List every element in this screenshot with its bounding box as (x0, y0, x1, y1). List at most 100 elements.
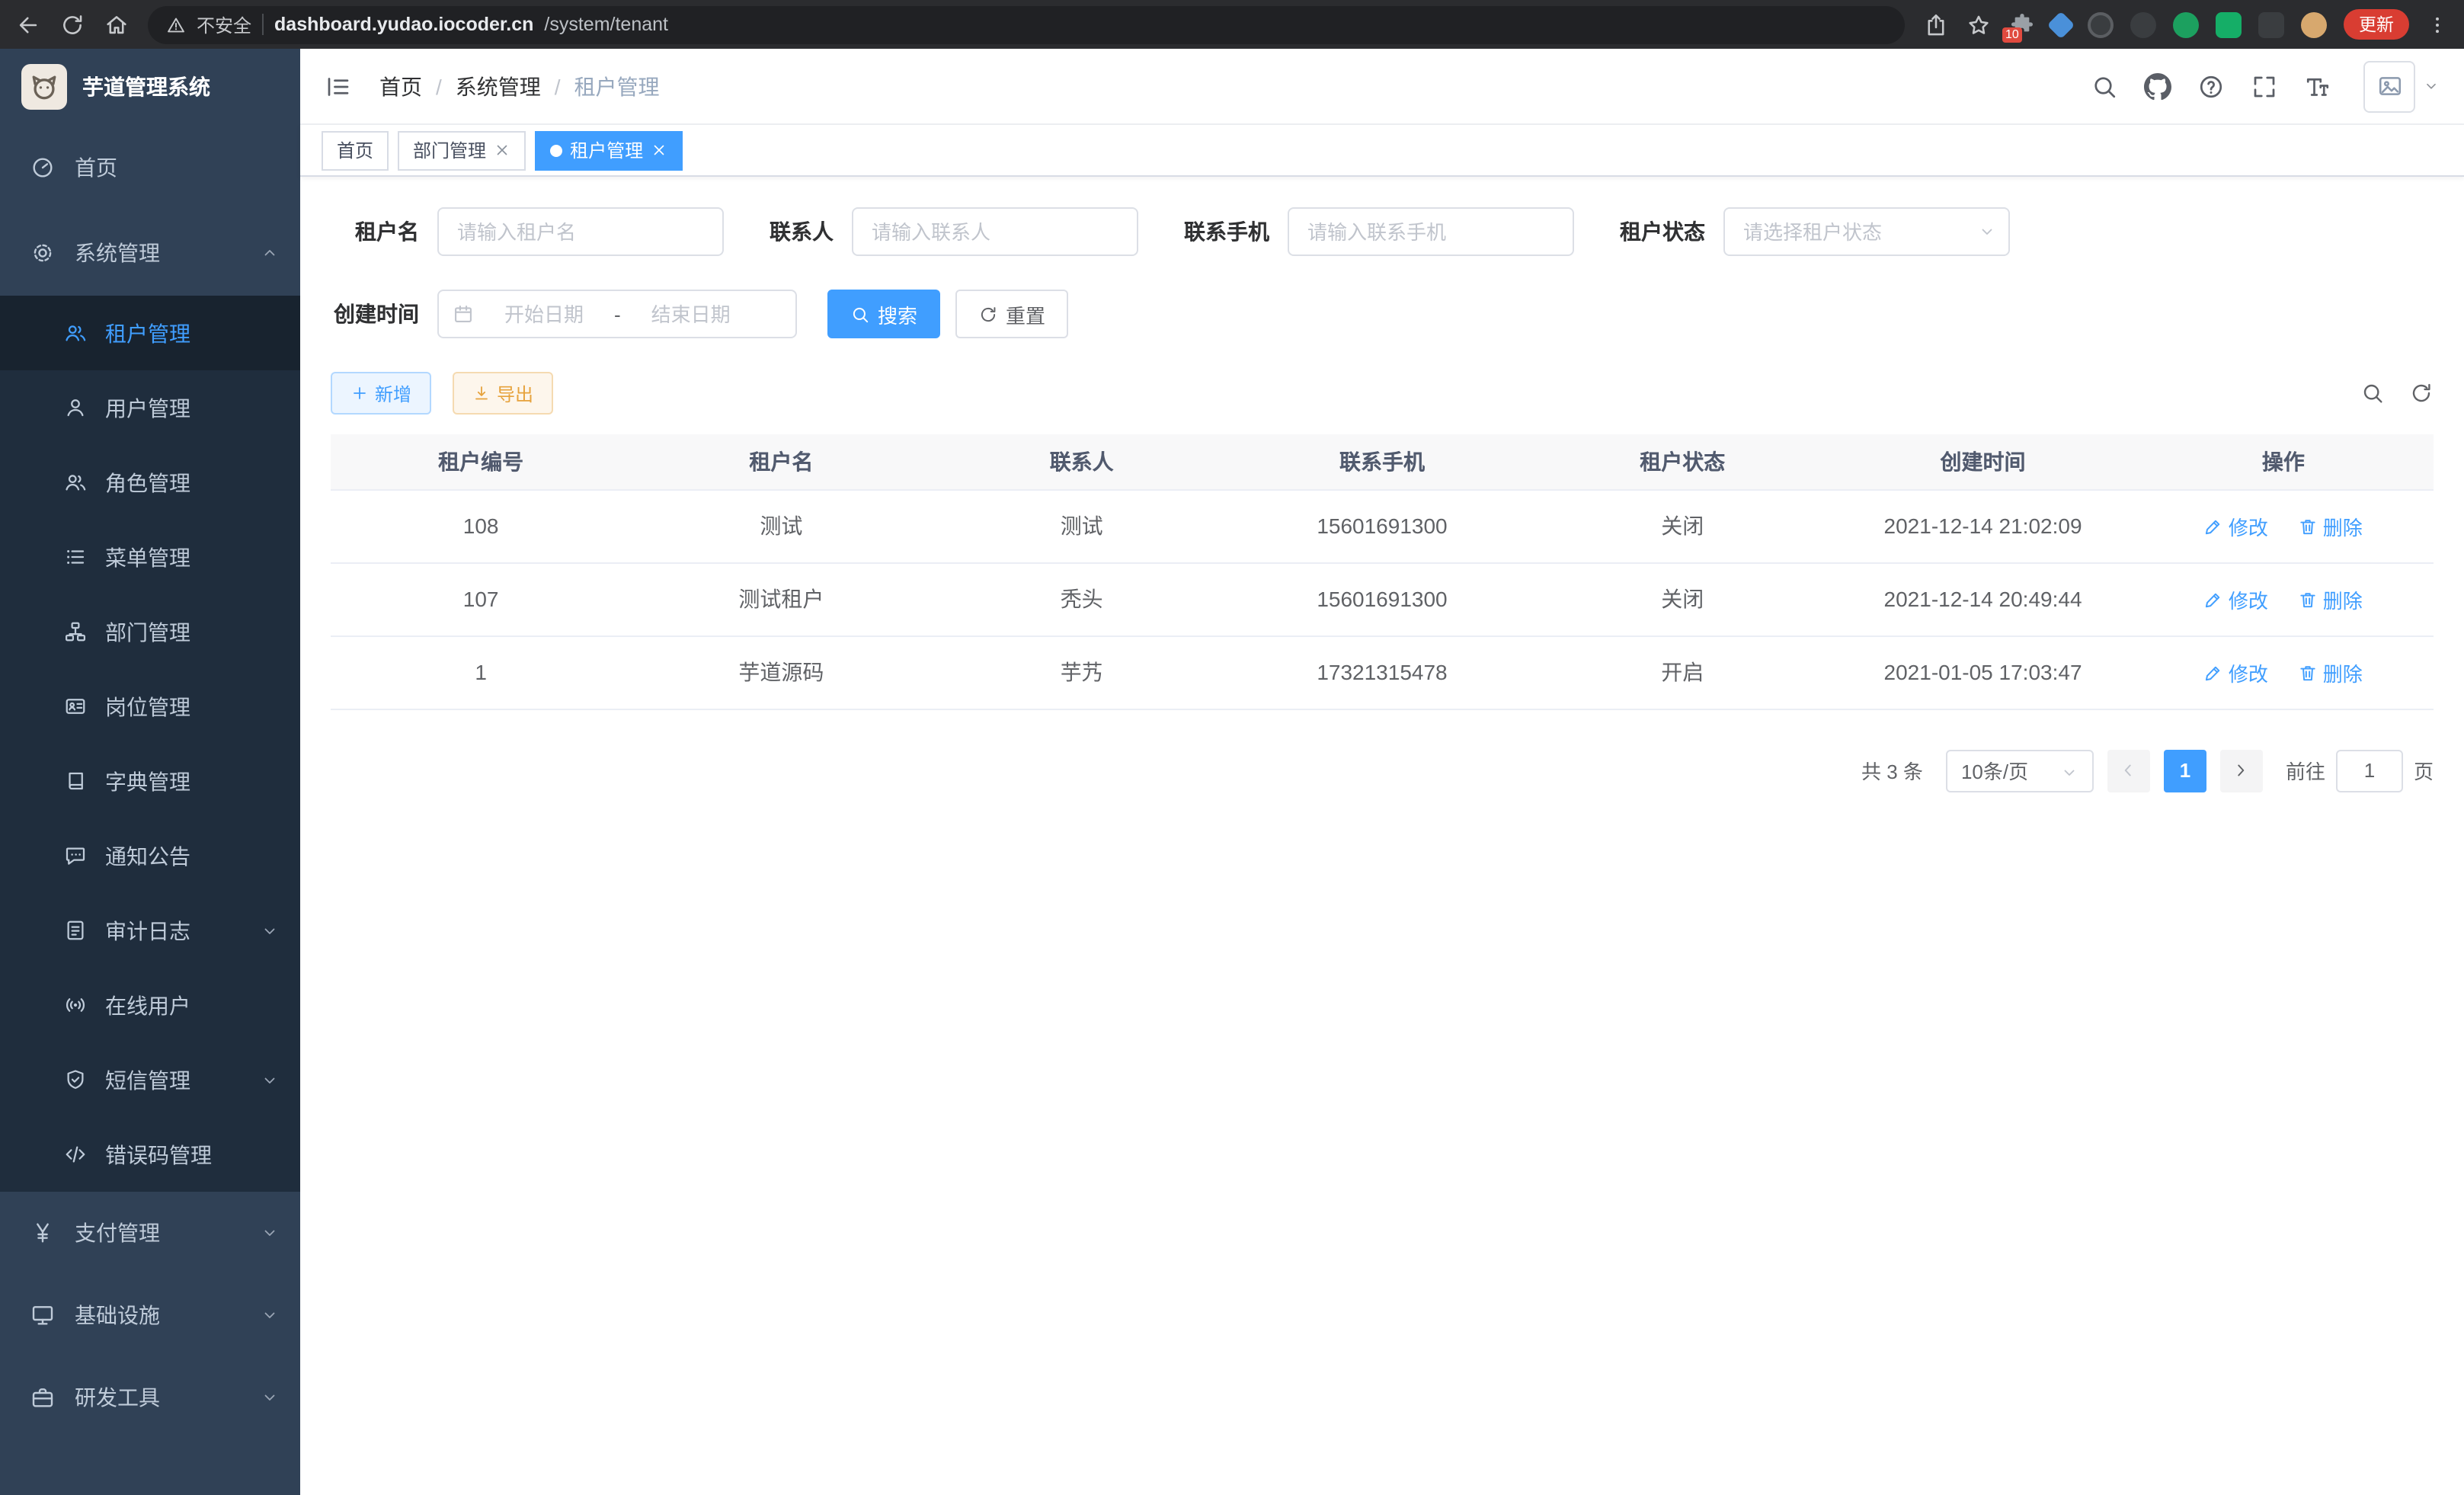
sidebar-group-audit-log[interactable]: 审计日志 (0, 893, 300, 968)
next-page-button[interactable] (2220, 749, 2263, 792)
breadcrumb-separator: / (555, 74, 561, 98)
user-avatar-dropdown[interactable] (2363, 60, 2440, 112)
sidebar-item-notice[interactable]: 通知公告 (0, 818, 300, 893)
sidebar-item-online-users[interactable]: 在线用户 (0, 968, 300, 1042)
sidebar-item-dept-management[interactable]: 部门管理 (0, 594, 300, 669)
current-page[interactable]: 1 (2164, 749, 2206, 792)
shield-icon (64, 1068, 87, 1091)
edit-button[interactable]: 修改 (2204, 584, 2268, 613)
avatar (2363, 60, 2415, 112)
prev-page-button[interactable] (2107, 749, 2150, 792)
status-select[interactable] (1723, 207, 2010, 256)
id-card-icon (64, 695, 87, 718)
help-icon[interactable] (2197, 72, 2225, 100)
extension-icon[interactable] (2047, 11, 2075, 39)
export-button[interactable]: 导出 (453, 372, 553, 415)
github-icon[interactable] (2144, 72, 2171, 100)
sidebar-group-infrastructure[interactable]: 基础设施 (0, 1274, 300, 1356)
extension-icon[interactable] (2173, 11, 2199, 37)
share-icon[interactable] (1923, 11, 1949, 37)
sidebar-item-menu-management[interactable]: 菜单管理 (0, 520, 300, 594)
tab-dept-management[interactable]: 部门管理 (398, 130, 526, 170)
search-button[interactable]: 搜索 (827, 290, 940, 338)
col-status: 租户状态 (1532, 434, 1832, 489)
end-date-input[interactable] (627, 303, 755, 325)
col-tenant-id: 租户编号 (331, 434, 631, 489)
create-time-range-picker[interactable]: - (437, 290, 797, 338)
sidebar-item-tenant-management[interactable]: 租户管理 (0, 296, 300, 370)
sidebar-item-home[interactable]: 首页 (0, 125, 300, 210)
tab-home[interactable]: 首页 (322, 130, 389, 170)
font-size-icon[interactable] (2304, 72, 2331, 100)
sidebar-group-payment[interactable]: 支付管理 (0, 1192, 300, 1274)
toggle-search-icon[interactable] (2360, 381, 2385, 405)
security-warning-label[interactable]: 不安全 (197, 11, 251, 37)
breadcrumb-home[interactable]: 首页 (379, 71, 422, 101)
extension-icon[interactable] (2088, 11, 2114, 37)
search-icon[interactable] (2091, 72, 2118, 100)
create-time-label: 创建时间 (331, 299, 419, 329)
sidebar-group-sms-management[interactable]: 短信管理 (0, 1042, 300, 1117)
book-icon (64, 770, 87, 792)
sidebar-item-error-code[interactable]: 错误码管理 (0, 1117, 300, 1192)
tenant-name-input[interactable] (437, 207, 724, 256)
browser-back-icon[interactable] (15, 11, 41, 37)
sidebar-fold-icon[interactable] (325, 72, 352, 100)
browser-update-button[interactable]: 更新 (2344, 9, 2409, 40)
extension-icon[interactable]: 10 (2008, 11, 2034, 37)
contact-input[interactable] (852, 207, 1138, 256)
address-bar[interactable]: 不安全 dashboard.yudao.iocoder.cn /system/t… (148, 5, 1905, 43)
chevron-down-icon (261, 1388, 279, 1407)
edit-button[interactable]: 修改 (2204, 658, 2268, 687)
tab-tenant-management[interactable]: 租户管理 (535, 130, 683, 170)
delete-button[interactable]: 删除 (2299, 511, 2363, 540)
browser-refresh-icon[interactable] (59, 11, 85, 37)
sidebar-item-user-management[interactable]: 用户管理 (0, 370, 300, 445)
chevron-down-icon (261, 1224, 279, 1242)
chevron-right-icon (2232, 760, 2251, 780)
app-logo[interactable]: 芋道管理系统 (0, 49, 300, 125)
table-row: 107 测试租户 秃头 15601691300 关闭 2021-12-14 20… (331, 562, 2434, 635)
goto-label: 前往 (2286, 756, 2325, 785)
extension-icon[interactable] (2258, 11, 2284, 37)
gear-icon (30, 241, 55, 265)
add-button[interactable]: 新增 (331, 372, 431, 415)
edit-icon (2204, 662, 2224, 682)
close-icon[interactable] (651, 142, 667, 158)
sidebar-item-label: 字典管理 (105, 766, 190, 796)
user-icon (64, 396, 87, 419)
filter-row-2: 创建时间 - 搜索 重置 (331, 290, 2434, 338)
fullscreen-icon[interactable] (2251, 72, 2278, 100)
sidebar-item-post-management[interactable]: 岗位管理 (0, 669, 300, 744)
sidebar-group-label: 支付管理 (75, 1218, 160, 1248)
sidebar-group-system[interactable]: 系统管理 (0, 210, 300, 296)
breadcrumb: 首页 / 系统管理 / 租户管理 (379, 71, 660, 101)
edit-button[interactable]: 修改 (2204, 511, 2268, 540)
close-icon[interactable] (494, 142, 510, 158)
browser-profile-avatar[interactable] (2301, 11, 2327, 37)
goto-page-input[interactable] (2336, 749, 2403, 792)
bookmark-star-icon[interactable] (1966, 11, 1992, 37)
reset-button[interactable]: 重置 (955, 290, 1068, 338)
sidebar-group-devtools[interactable]: 研发工具 (0, 1356, 300, 1439)
sidebar-item-dict-management[interactable]: 字典管理 (0, 744, 300, 818)
delete-button[interactable]: 删除 (2299, 658, 2363, 687)
browser-menu-icon[interactable] (2426, 13, 2449, 36)
security-warning-icon[interactable] (166, 14, 186, 34)
extension-icon[interactable] (2216, 11, 2242, 37)
delete-button[interactable]: 删除 (2299, 584, 2363, 613)
sidebar: 芋道管理系统 首页 系统管理 租户管理 用户管理 (0, 49, 300, 1495)
extension-icon[interactable] (2130, 11, 2156, 37)
sidebar-item-role-management[interactable]: 角色管理 (0, 445, 300, 520)
menu-list-icon (64, 546, 87, 568)
breadcrumb-system[interactable]: 系统管理 (456, 71, 541, 101)
sidebar-item-label: 岗位管理 (105, 691, 190, 722)
browser-home-icon[interactable] (104, 11, 130, 37)
start-date-input[interactable] (480, 303, 608, 325)
trash-icon (2299, 662, 2318, 682)
phone-input[interactable] (1288, 207, 1574, 256)
page-size-select[interactable]: 10条/页 (1946, 749, 2094, 792)
cell-status: 关闭 (1532, 562, 1832, 635)
table-row: 108 测试 测试 15601691300 关闭 2021-12-14 21:0… (331, 489, 2434, 562)
refresh-table-icon[interactable] (2409, 381, 2434, 405)
